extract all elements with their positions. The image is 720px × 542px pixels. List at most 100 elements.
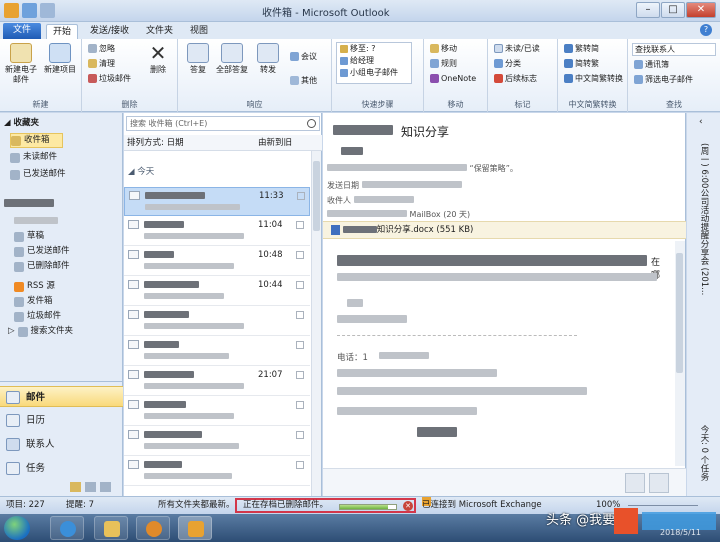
taskbar-media[interactable] <box>136 516 170 540</box>
flag-icon[interactable] <box>296 341 304 349</box>
list-item[interactable]: 10:48 <box>124 247 310 276</box>
avatar[interactable] <box>625 473 645 493</box>
reading-pane-scrollbar[interactable] <box>675 241 685 466</box>
cleanup-button[interactable]: 清理 <box>88 58 115 69</box>
nav-folder-blurred[interactable] <box>14 213 58 228</box>
flag-icon[interactable] <box>297 192 305 200</box>
minimize-button[interactable]: – <box>636 2 660 18</box>
nav-deleted[interactable]: 已删除邮件 <box>14 259 70 274</box>
unread-read-button[interactable]: 未读/已读 <box>494 43 540 54</box>
sort-order-button[interactable]: 由新到旧 <box>258 135 292 151</box>
new-items-button[interactable]: 新建项目 <box>42 43 78 75</box>
flag-icon[interactable] <box>296 251 304 259</box>
mail-list-scrollbar[interactable] <box>311 151 321 496</box>
taskbar-ie[interactable] <box>50 516 84 540</box>
shortcut-icon[interactable] <box>85 482 96 492</box>
junk-button[interactable]: 垃圾邮件 <box>88 73 131 84</box>
folder-icon[interactable] <box>70 482 81 492</box>
quick-step-team-email[interactable]: 小组电子邮件 <box>337 67 411 79</box>
move-button[interactable]: 移动 <box>430 43 457 54</box>
list-item[interactable] <box>124 457 310 486</box>
follow-up-button[interactable]: 后续标志 <box>494 73 537 84</box>
taskbar-explorer[interactable] <box>94 516 128 540</box>
forward-button[interactable]: 转发 <box>250 43 286 75</box>
more-respond-button[interactable]: 其他 <box>290 75 317 86</box>
tab-home[interactable]: 开始 <box>46 24 79 39</box>
tab-folder[interactable]: 文件夹 <box>140 24 179 39</box>
flag-icon[interactable] <box>296 461 304 469</box>
list-item[interactable]: 11:33 <box>124 187 310 216</box>
delete-button[interactable]: ✕ 删除 <box>140 43 176 75</box>
nav-tasks-button[interactable]: 任务 <box>0 458 123 479</box>
flag-icon[interactable] <box>296 281 304 289</box>
nav-contacts-button[interactable]: 联系人 <box>0 434 123 455</box>
outlook-app-icon[interactable] <box>4 3 19 18</box>
list-item[interactable]: 21:07 <box>124 367 310 396</box>
nav-drafts[interactable]: 草稿 <box>14 229 44 244</box>
categorize-button[interactable]: 分类 <box>494 58 521 69</box>
search-icon[interactable] <box>307 119 316 128</box>
cancel-icon[interactable]: ✕ <box>403 501 413 511</box>
nav-rss[interactable]: RSS 源 <box>14 279 55 294</box>
attachment-file[interactable]: 知识分享.docx (551 KB) <box>377 225 474 235</box>
rules-button[interactable]: 规则 <box>430 58 457 69</box>
todo-expand-icon[interactable]: ‹ <box>699 117 703 127</box>
nav-mailbox[interactable] <box>4 195 54 210</box>
list-item[interactable] <box>124 397 310 426</box>
nav-unread[interactable]: 未读邮件 <box>10 150 57 165</box>
find-contact-box[interactable]: 查找联系人 <box>632 43 716 56</box>
reply-button[interactable]: 答复 <box>180 43 216 75</box>
scrollbar-thumb[interactable] <box>313 161 320 231</box>
trad-to-simp-button[interactable]: 繁转简 <box>564 43 599 54</box>
list-item[interactable] <box>124 427 310 456</box>
favorites-header[interactable]: ◢ 收藏夹 <box>4 116 39 131</box>
list-item[interactable]: 11:04 <box>124 217 310 246</box>
list-item[interactable] <box>124 337 310 366</box>
tab-send-receive[interactable]: 发送/接收 <box>84 24 135 39</box>
reminder-count[interactable]: 提醒: 7 <box>66 497 94 514</box>
flag-icon[interactable] <box>296 221 304 229</box>
list-item[interactable] <box>124 307 310 336</box>
address-book-button[interactable]: 通讯簿 <box>634 59 669 70</box>
list-item[interactable]: 10:44 <box>124 277 310 306</box>
sort-by-button[interactable]: 排列方式: 日期 <box>127 135 184 151</box>
help-icon[interactable]: ? <box>700 24 712 36</box>
new-email-button[interactable]: 新建电子邮件 <box>3 43 39 85</box>
flag-icon[interactable] <box>296 371 304 379</box>
onenote-button[interactable]: OneNote <box>430 73 476 84</box>
reply-all-button[interactable]: 全部答复 <box>212 43 252 75</box>
filter-email-button[interactable]: 筛选电子邮件 <box>634 74 693 85</box>
quick-step-to-manager[interactable]: 给经理 <box>337 55 411 67</box>
maximize-button[interactable]: □ <box>661 2 685 18</box>
chinese-conversion-button[interactable]: 中文简繁转换 <box>564 73 623 84</box>
meeting-button[interactable]: 会议 <box>290 51 317 62</box>
flag-icon[interactable] <box>296 431 304 439</box>
todo-appointment[interactable]: (周一) 6:00公司活动提醒分享会 (201... <box>698 143 710 295</box>
start-button[interactable] <box>4 516 30 540</box>
nav-calendar-button[interactable]: 日历 <box>0 410 123 431</box>
nav-sent[interactable]: 已发送邮件 <box>14 244 70 259</box>
nav-outbox[interactable]: 发件箱 <box>14 294 53 309</box>
todo-tasks-count[interactable]: 今天: 0 个任务 <box>698 425 710 481</box>
nav-inbox[interactable]: 收件箱 <box>10 133 63 148</box>
scrollbar-thumb[interactable] <box>676 253 683 373</box>
flag-icon[interactable] <box>296 311 304 319</box>
tab-view[interactable]: 视图 <box>184 24 214 39</box>
nav-search-folders[interactable]: ▷ 搜索文件夹 <box>8 324 73 339</box>
taskbar-outlook[interactable] <box>178 516 212 540</box>
nav-sent-favorite[interactable]: 已发送邮件 <box>10 167 66 182</box>
configure-icon[interactable] <box>100 482 111 492</box>
attachment-bar[interactable]: 知识分享.docx (551 KB) <box>323 221 686 239</box>
avatar[interactable] <box>649 473 669 493</box>
quick-step-move-to[interactable]: 移至: ? <box>337 43 411 55</box>
send-receive-icon[interactable] <box>22 3 37 18</box>
simp-to-trad-button[interactable]: 简转繁 <box>564 58 599 69</box>
search-input[interactable]: 搜索 收件箱 (Ctrl+E) <box>126 116 320 131</box>
undo-icon[interactable] <box>40 3 55 18</box>
quick-steps-gallery[interactable]: 移至: ? 给经理 小组电子邮件 <box>336 42 412 84</box>
nav-mail-button[interactable]: 邮件 <box>0 386 123 407</box>
ignore-button[interactable]: 忽略 <box>88 43 115 54</box>
close-button[interactable]: ✕ <box>686 2 716 18</box>
tab-file[interactable]: 文件 <box>3 23 41 39</box>
nav-junk[interactable]: 垃圾邮件 <box>14 309 61 324</box>
